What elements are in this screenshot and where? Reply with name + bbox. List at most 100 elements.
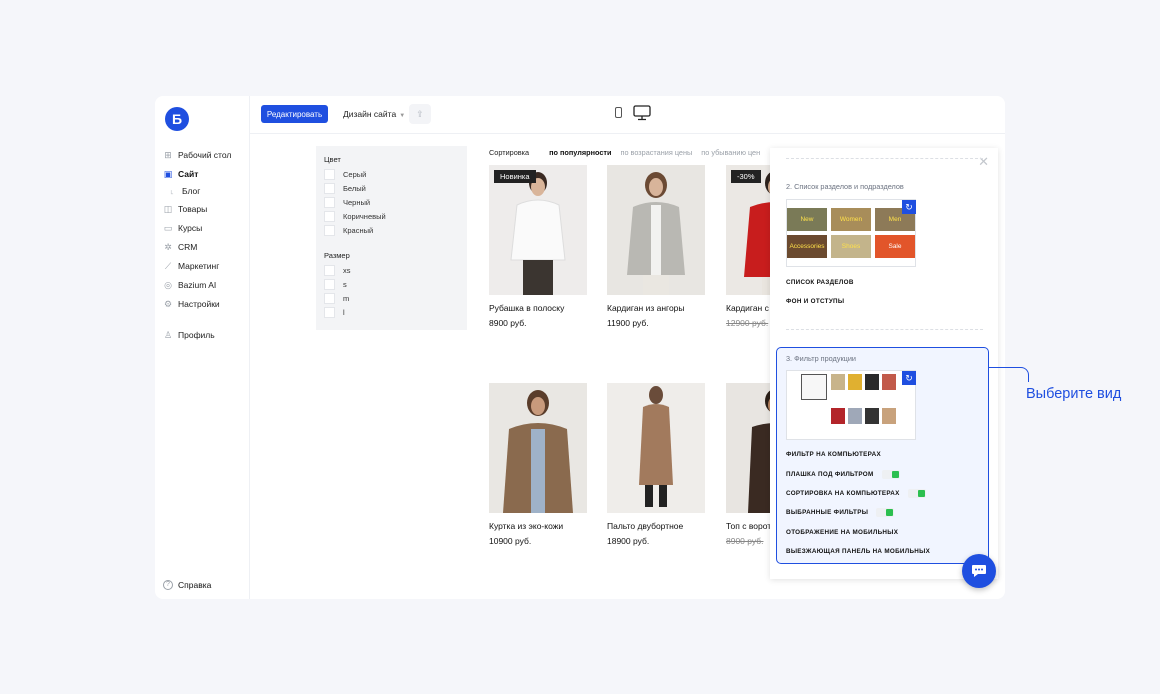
product-image[interactable] bbox=[607, 383, 705, 513]
sub-arrow-icon: ˪ bbox=[170, 186, 174, 196]
product-name[interactable]: Куртка из эко-кожи bbox=[489, 521, 587, 531]
divider bbox=[786, 329, 983, 330]
checkbox[interactable] bbox=[324, 279, 335, 290]
mobile-view-icon[interactable] bbox=[615, 107, 622, 118]
crm-icon: ✲ bbox=[164, 241, 172, 252]
checkbox[interactable] bbox=[324, 225, 335, 236]
sort-option-price-desc[interactable]: по убыванию цен bbox=[701, 148, 760, 157]
filter-option[interactable]: xs bbox=[324, 265, 351, 276]
checkbox[interactable] bbox=[324, 197, 335, 208]
product-name[interactable]: Кардиган из ангоры bbox=[607, 303, 705, 313]
desktop-view-icon[interactable] bbox=[633, 105, 651, 121]
option-selected-filters[interactable]: ВЫБРАННЫЕ ФИЛЬТРЫ bbox=[786, 508, 895, 517]
option-background-padding[interactable]: ФОН И ОТСТУПЫ bbox=[786, 298, 844, 305]
filter-option[interactable]: s bbox=[324, 279, 347, 290]
gear-icon: ⚙ bbox=[163, 298, 173, 309]
filter-option[interactable]: Черный bbox=[324, 197, 370, 208]
option-label: ФИЛЬТР НА КОМПЬЮТЕРАХ bbox=[786, 451, 881, 458]
product-name[interactable]: Рубашка в полоску bbox=[489, 303, 587, 313]
sidebar-item-site[interactable]: ▣ Сайт bbox=[163, 164, 249, 183]
filter-option[interactable]: Серый bbox=[324, 169, 366, 180]
filter-panel: Цвет Серый Белый Черный Коричневый Красн… bbox=[316, 146, 467, 330]
checkbox[interactable] bbox=[324, 307, 335, 318]
filter-layout-preview[interactable]: ↻ bbox=[786, 370, 916, 440]
toggle-switch[interactable] bbox=[881, 470, 900, 479]
sort-label: Сортировка bbox=[489, 148, 530, 157]
help-label: Справка bbox=[178, 580, 212, 590]
book-icon: ▭ bbox=[163, 222, 173, 233]
chat-button[interactable] bbox=[962, 554, 996, 588]
filter-option-label: Серый bbox=[343, 170, 367, 179]
sort-option-popular[interactable]: по популярности bbox=[549, 148, 611, 157]
sidebar-item-label: Товары bbox=[178, 203, 208, 214]
filter-option-label: s bbox=[343, 280, 347, 289]
checkbox[interactable] bbox=[324, 265, 335, 276]
help-link[interactable]: ? Справка bbox=[163, 580, 211, 590]
product-price: 18900 руб. bbox=[607, 536, 650, 546]
filter-option[interactable]: m bbox=[324, 293, 349, 304]
filter-size-title: Размер bbox=[324, 251, 350, 260]
sidebar-item-courses[interactable]: ▭ Курсы bbox=[163, 218, 249, 237]
sidebar-item-ai[interactable]: ◎ Bazium AI bbox=[163, 275, 249, 294]
filter-option-label: Красный bbox=[343, 226, 374, 235]
refresh-icon[interactable]: ↻ bbox=[902, 200, 916, 214]
edit-button[interactable]: Редактировать bbox=[261, 105, 328, 123]
filter-option[interactable]: Коричневый bbox=[324, 211, 386, 222]
toggle-switch[interactable] bbox=[876, 508, 895, 517]
sidebar-item-label: Курсы bbox=[178, 222, 203, 233]
product-name[interactable]: Пальто двубортное bbox=[607, 521, 705, 531]
sidebar-item-products[interactable]: ◫ Товары bbox=[163, 199, 249, 218]
sidebar-item-label: Рабочий стол bbox=[178, 149, 232, 160]
option-filter-desktop[interactable]: ФИЛЬТР НА КОМПЬЮТЕРАХ bbox=[786, 451, 881, 458]
option-mobile-panel[interactable]: ВЫЕЗЖАЮЩАЯ ПАНЕЛЬ НА МОБИЛЬНЫХ bbox=[786, 548, 930, 555]
sidebar-item-blog[interactable]: ˪ Блог bbox=[163, 183, 249, 199]
sidebar: Б ⊞ Рабочий стол ▣ Сайт ˪ Блог ◫ Товары ▭ Кур… bbox=[155, 96, 250, 599]
sidebar-item-label: Настройки bbox=[178, 298, 220, 309]
product-price: 11900 руб. bbox=[607, 318, 649, 328]
upload-icon[interactable]: ⇪ bbox=[409, 104, 431, 124]
product-card[interactable]: Куртка из эко-кожи 10900 руб. bbox=[489, 383, 587, 546]
checkbox[interactable] bbox=[324, 183, 335, 194]
option-sort-desktop[interactable]: СОРТИРОВКА НА КОМПЬЮТЕРАХ bbox=[786, 489, 926, 498]
sidebar-item-label: CRM bbox=[178, 241, 198, 252]
sidebar-item-crm[interactable]: ✲ CRM bbox=[163, 237, 249, 256]
product-image[interactable] bbox=[607, 165, 705, 295]
checkbox[interactable] bbox=[324, 169, 335, 180]
option-filter-bar[interactable]: ПЛАШКА ПОД ФИЛЬТРОМ bbox=[786, 470, 900, 479]
option-label: ВЫБРАННЫЕ ФИЛЬТРЫ bbox=[786, 509, 869, 516]
sidebar-item-label: Bazium AI bbox=[178, 279, 217, 290]
option-section-list[interactable]: СПИСОК РАЗДЕЛОВ bbox=[786, 279, 854, 286]
tile-new: New bbox=[787, 208, 827, 231]
logo[interactable]: Б bbox=[165, 107, 189, 131]
filter-option-label: l bbox=[343, 308, 345, 317]
checkbox[interactable] bbox=[324, 211, 335, 222]
option-mobile-display[interactable]: ОТОБРАЖЕНИЕ НА МОБИЛЬНЫХ bbox=[786, 529, 898, 536]
option-label: ВЫЕЗЖАЮЩАЯ ПАНЕЛЬ НА МОБИЛЬНЫХ bbox=[786, 548, 931, 555]
design-dropdown[interactable]: Дизайн сайта ▼ bbox=[343, 109, 405, 119]
sidebar-item-dashboard[interactable]: ⊞ Рабочий стол bbox=[163, 145, 249, 164]
tile-women: Women bbox=[831, 208, 871, 231]
section-list-preview[interactable]: New Women Men Accessories Shoes Sale ↻ bbox=[786, 199, 916, 267]
sidebar-item-label: Сайт bbox=[178, 168, 199, 179]
filter-option[interactable]: l bbox=[324, 307, 345, 318]
refresh-icon[interactable]: ↻ bbox=[902, 371, 916, 385]
toggle-switch[interactable] bbox=[907, 489, 926, 498]
product-card[interactable]: Пальто двубортное 18900 руб. bbox=[607, 383, 705, 546]
filter-option[interactable]: Красный bbox=[324, 225, 373, 236]
product-card[interactable]: Кардиган из ангоры 11900 руб. bbox=[607, 165, 705, 328]
checkbox[interactable] bbox=[324, 293, 335, 304]
close-icon[interactable]: ✕ bbox=[978, 154, 989, 170]
badge-new: Новинка bbox=[494, 170, 536, 183]
sidebar-item-marketing[interactable]: ⟋ Маркетинг bbox=[163, 256, 249, 275]
product-image[interactable]: Новинка bbox=[489, 165, 587, 295]
product-image[interactable] bbox=[489, 383, 587, 513]
sidebar-item-profile[interactable]: ♙ Профиль bbox=[163, 325, 249, 344]
option-label: ПЛАШКА ПОД ФИЛЬТРОМ bbox=[786, 471, 874, 478]
sort-option-price-asc[interactable]: по возрастания цены bbox=[621, 148, 693, 157]
product-card[interactable]: Новинка Рубашка в полоску 8900 руб. bbox=[489, 165, 587, 328]
sidebar-item-label: Профиль bbox=[178, 329, 215, 340]
sidebar-item-settings[interactable]: ⚙ Настройки bbox=[163, 294, 249, 313]
filter-option[interactable]: Белый bbox=[324, 183, 366, 194]
tile-sale: Sale bbox=[875, 235, 915, 258]
chat-icon bbox=[972, 565, 986, 577]
